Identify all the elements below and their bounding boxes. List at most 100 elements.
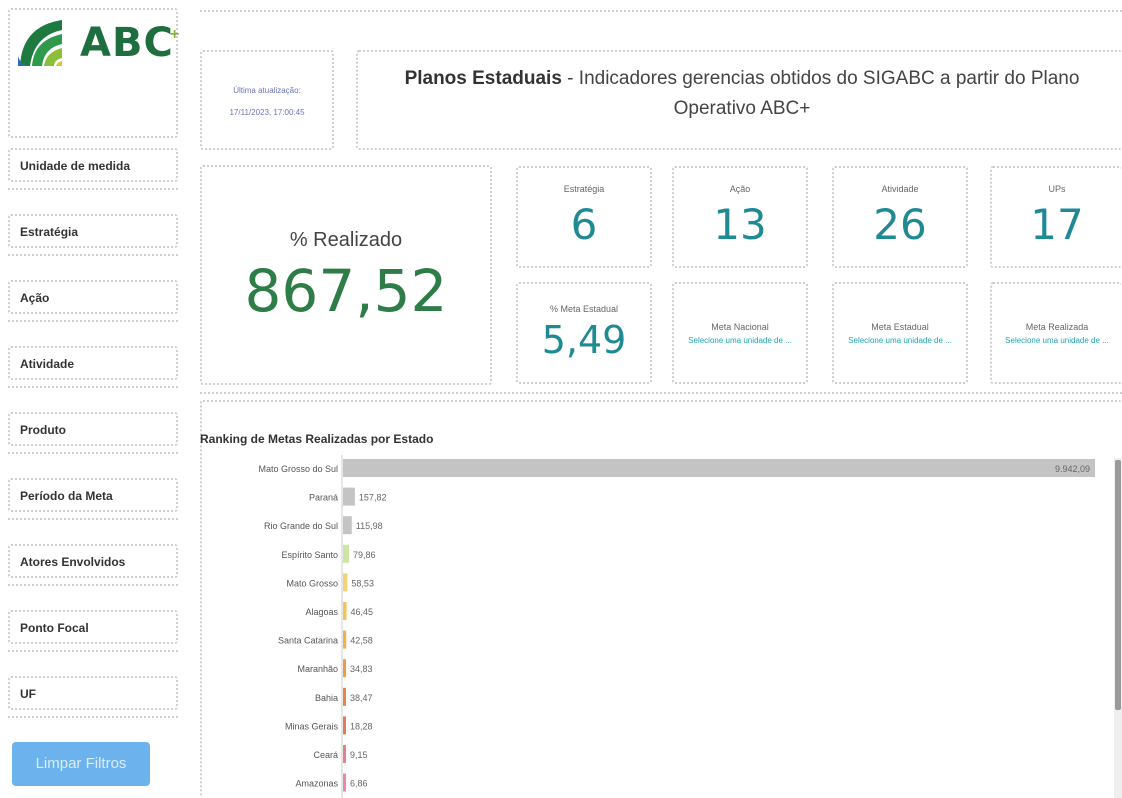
kpi-value: 6 xyxy=(570,200,598,249)
bar[interactable] xyxy=(343,573,348,592)
data-label: 9.942,09 xyxy=(1055,464,1090,474)
abc-logo-icon xyxy=(18,20,62,66)
data-label: 38,47 xyxy=(350,693,373,703)
last-update-value: 17/11/2023, 17:00:45 xyxy=(229,108,305,117)
data-label: 58,53 xyxy=(351,578,374,588)
category-label: Espírito Santo xyxy=(281,550,338,560)
kpi-label: Meta Nacional xyxy=(711,322,769,332)
kpi-value: 867,52 xyxy=(244,257,448,325)
kpi-meta-nacional: Meta Nacional Selecione uma unidade de .… xyxy=(672,282,808,384)
page-title: Planos Estaduais - Indicadores gerencias… xyxy=(372,64,1112,124)
bar[interactable] xyxy=(343,602,347,620)
category-label: Maranhão xyxy=(297,664,338,674)
bar[interactable] xyxy=(343,687,346,706)
filter-ponto-focal[interactable]: Ponto Focal xyxy=(8,610,178,644)
divider xyxy=(8,716,178,718)
divider xyxy=(8,518,178,520)
category-label: Bahia xyxy=(315,693,338,703)
kpi-value: 26 xyxy=(873,200,927,249)
kpi-placeholder[interactable]: Selecione uma unidade de ... xyxy=(992,336,1122,345)
kpi-placeholder[interactable]: Selecione uma unidade de ... xyxy=(834,336,966,345)
logo-plus: + xyxy=(170,26,180,43)
filter-label: UF xyxy=(20,687,36,701)
kpi-acao: Ação 13 xyxy=(672,166,808,268)
kpi-label: % Meta Estadual xyxy=(549,304,619,314)
last-update-label: Última atualização: xyxy=(233,86,301,95)
filter-atividade[interactable]: Atividade xyxy=(8,346,178,380)
data-label: 42,58 xyxy=(350,636,373,646)
filter-estrategia[interactable]: Estratégia xyxy=(8,214,178,248)
bar[interactable] xyxy=(343,773,346,792)
data-label: 115,98 xyxy=(356,521,383,531)
page-title-panel: Planos Estaduais - Indicadores gerencias… xyxy=(356,50,1122,150)
filter-acao[interactable]: Ação xyxy=(8,280,178,314)
divider xyxy=(200,10,1122,12)
bar[interactable] xyxy=(343,716,346,735)
bar[interactable] xyxy=(343,630,347,649)
category-label: Ceará xyxy=(313,750,338,760)
data-label: 9,15 xyxy=(350,750,368,760)
filter-unidade-de-medida[interactable]: Unidade de medida xyxy=(8,148,178,182)
bar[interactable] xyxy=(343,516,352,535)
kpi-label: Meta Estadual xyxy=(871,322,929,332)
bar[interactable] xyxy=(343,487,355,506)
kpi-value: 5,49 xyxy=(541,318,627,362)
data-label: 46,45 xyxy=(351,607,374,617)
filter-periodo-da-meta[interactable]: Período da Meta xyxy=(8,478,178,512)
clear-filters-button[interactable]: Limpar Filtros xyxy=(12,742,150,786)
kpi-meta-estadual: Meta Estadual Selecione uma unidade de .… xyxy=(832,282,968,384)
bar[interactable] xyxy=(343,745,346,763)
divider xyxy=(8,188,178,190)
kpi-label: Estratégia xyxy=(563,184,605,194)
data-label: 6,86 xyxy=(350,779,368,789)
page-title-bold: Planos Estaduais xyxy=(404,68,562,89)
kpi-meta-realizada: Meta Realizada Selecione uma unidade de … xyxy=(990,282,1122,384)
category-label: Santa Catarina xyxy=(278,636,338,646)
divider xyxy=(8,386,178,388)
bar[interactable] xyxy=(343,659,346,678)
category-label: Paraná xyxy=(309,493,338,503)
divider xyxy=(8,320,178,322)
filter-label: Atores Envolvidos xyxy=(20,555,126,569)
filter-produto[interactable]: Produto xyxy=(8,412,178,446)
filter-atores-envolvidos[interactable]: Atores Envolvidos xyxy=(8,544,178,578)
filter-label: Produto xyxy=(20,423,66,437)
kpi-label: UPs xyxy=(1048,184,1066,194)
bar[interactable] xyxy=(343,544,350,563)
category-label: Rio Grande do Sul xyxy=(264,521,338,531)
divider xyxy=(8,650,178,652)
kpi-estrategia: Estratégia 6 xyxy=(516,166,652,268)
divider xyxy=(8,452,178,454)
category-label: Minas Gerais xyxy=(285,721,339,731)
kpi-atividade: Atividade 26 xyxy=(832,166,968,268)
page-title-rest: - Indicadores gerencias obtidos do SIGAB… xyxy=(561,68,1080,119)
kpi-value: 13 xyxy=(713,200,767,249)
sidebar: ABC + Unidade de medida Estratégia Ação … xyxy=(0,0,190,798)
chart-scrollbar-thumb[interactable] xyxy=(1115,460,1121,710)
category-label: Amazonas xyxy=(295,779,338,789)
filter-label: Ponto Focal xyxy=(20,621,89,635)
data-label: 18,28 xyxy=(350,721,373,731)
bar[interactable] xyxy=(343,459,1095,477)
last-update-panel: Última atualização: 17/11/2023, 17:00:45 xyxy=(200,50,334,150)
filter-uf[interactable]: UF xyxy=(8,676,178,710)
kpi-label: Ação xyxy=(729,184,751,194)
data-label: 34,83 xyxy=(350,664,373,674)
kpi-placeholder[interactable]: Selecione uma unidade de ... xyxy=(674,336,806,345)
kpi-label: Meta Realizada xyxy=(1025,322,1089,332)
kpi-label: Atividade xyxy=(881,184,919,194)
ranking-bar-chart: Mato Grosso do Sul 9.942,09 Paraná 157,82 Ri… xyxy=(258,455,1095,798)
divider xyxy=(200,392,1122,394)
filter-label: Período da Meta xyxy=(20,489,113,503)
filter-label: Unidade de medida xyxy=(20,159,131,173)
chart-title: Ranking de Metas Realizadas por Estado xyxy=(200,432,434,446)
divider xyxy=(8,254,178,256)
kpi-label: % Realizado xyxy=(289,229,403,251)
divider xyxy=(8,584,178,586)
kpi-value: 17 xyxy=(1030,200,1084,249)
kpi-meta-estadual-pct: % Meta Estadual 5,49 xyxy=(516,282,652,384)
filter-label: Atividade xyxy=(20,357,75,371)
filter-label: Estratégia xyxy=(20,225,79,239)
category-label: Mato Grosso do Sul xyxy=(258,464,338,474)
category-label: Mato Grosso xyxy=(286,578,338,588)
